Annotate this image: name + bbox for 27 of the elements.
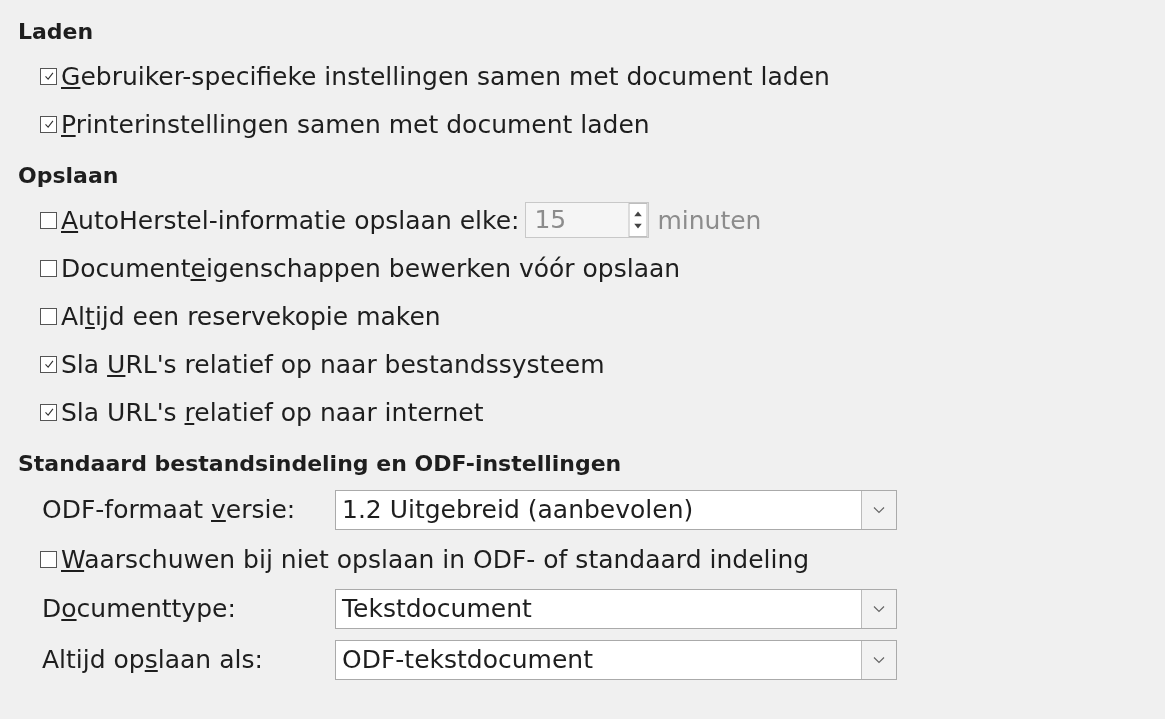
field-label: Altijd opslaan als: [42,645,264,674]
field-label: Documenttype: [42,594,237,623]
checkbox-label[interactable]: Documenteigenschappen bewerken vóór opslaan [61,253,681,283]
section-heading: Standaard bestandsindeling en ODF-instellingen [18,450,623,478]
dropdown[interactable]: Tekstdocument [335,588,897,629]
chevron-down-icon [873,604,885,613]
unit-label: minuten [657,205,762,235]
checkbox-label[interactable]: Printerinstellingen samen met document laden [61,109,650,139]
section-heading: Opslaan [18,162,120,190]
checkbox[interactable] [40,259,57,277]
checkbox-label[interactable]: Gebruiker-specifieke instellingen samen met document laden [61,61,830,91]
checkbox[interactable] [40,115,57,133]
checkbox[interactable] [40,67,57,85]
checkbox[interactable] [40,307,57,325]
checkbox[interactable] [40,550,57,568]
dropdown[interactable]: ODF-tekstdocument [335,639,897,680]
field-label: ODF-formaat versie: [42,495,297,524]
chevron-down-icon [873,505,885,514]
checkbox-label[interactable]: Altijd een reservekopie maken [61,301,441,331]
checkbox-label[interactable]: Sla URL's relatief op naar internet [61,397,484,427]
chevron-down-icon [873,655,885,664]
section-heading: Laden [18,18,95,46]
checkbox-label[interactable]: Waarschuwen bij niet opslaan in ODF- of standaard indeling [61,544,810,574]
checkbox-label[interactable]: Sla URL's relatief op naar bestandssysteem [61,349,605,379]
checkbox[interactable] [40,355,57,373]
dropdown[interactable]: 1.2 Uitgebreid (aanbevolen) [335,489,897,530]
checkbox[interactable] [40,403,57,421]
